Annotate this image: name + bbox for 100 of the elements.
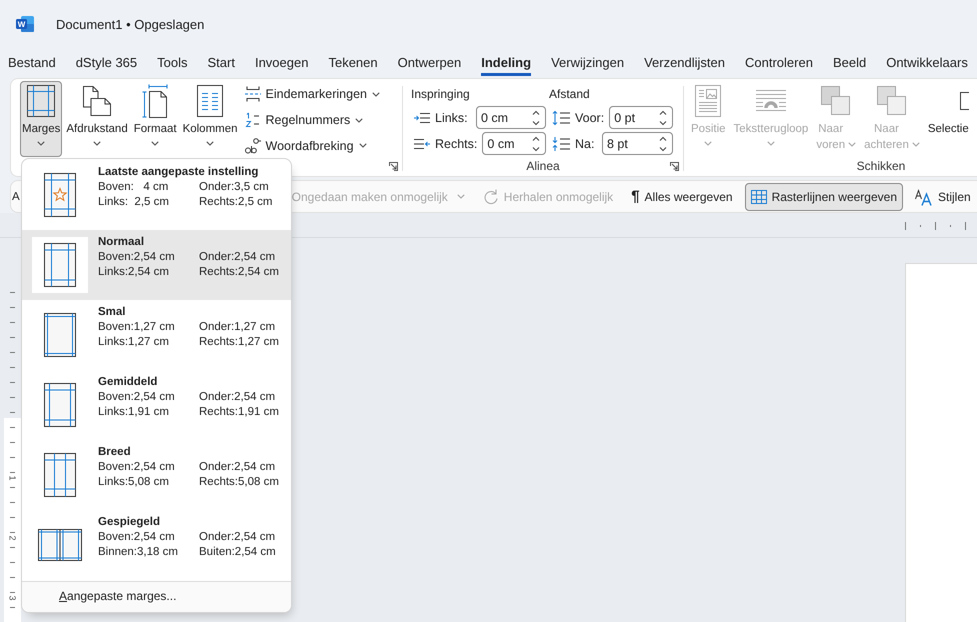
margin-value: Buiten:2,54 cm — [199, 545, 276, 560]
text-wrap-icon — [754, 89, 787, 113]
ribbon-tab[interactable]: Start — [208, 50, 235, 76]
breaks-button[interactable]: Eindemarkeringen — [242, 82, 383, 107]
toolbar-label: A — [12, 190, 20, 202]
chevron-down-icon — [704, 141, 712, 146]
page-margins-icon — [32, 237, 88, 293]
ribbon-tab[interactable]: Bestand — [8, 50, 56, 76]
ribbon-tab[interactable]: Verzendlijsten — [644, 50, 726, 76]
ribbon-tab[interactable]: dStyle 365 — [76, 50, 138, 76]
chevron-down-icon — [37, 141, 46, 146]
dialog-launcher-icon[interactable] — [670, 162, 679, 170]
chevron-down-icon — [151, 141, 160, 146]
spin-field[interactable]: 0 pt — [609, 106, 673, 129]
margin-option[interactable]: Gespiegeld Boven:2,54 cm Onder:2,54 cm Binnen:3,18 cm Buiten:2,54 cm — [22, 510, 291, 580]
spinner-arrows-icon[interactable] — [532, 136, 540, 152]
show-marks-button[interactable]: ¶ Alles weergeven — [625, 182, 739, 210]
line-spacing-icon — [552, 110, 570, 126]
spin-field[interactable]: 8 pt — [602, 132, 673, 155]
margin-option[interactable]: Normaal Boven:2,54 cm Onder:2,54 cm Links:2,54 cm Rechts:2,54 cm — [22, 230, 291, 300]
margin-value: Onder:1,27 cm — [199, 320, 276, 335]
option-title: Smal — [98, 305, 126, 320]
margin-value: Boven:2,54 cm — [98, 460, 175, 475]
line-numbers-button[interactable]: Regelnummers — [242, 108, 383, 132]
field-label: Links: — [435, 110, 469, 124]
margin-value: Boven:2,54 cm — [98, 530, 175, 545]
margin-value: Rechts:2,54 cm — [199, 265, 279, 280]
spinner-arrows-icon[interactable] — [659, 136, 667, 152]
margin-value: Boven:1,27 cm — [98, 320, 175, 335]
ribbon-tab[interactable]: Invoegen — [254, 50, 308, 76]
ruler-number: 3 — [6, 594, 18, 602]
spin-field[interactable]: 0 cm — [482, 132, 546, 155]
margin-value: Boven:2,54 cm — [98, 390, 175, 405]
ruler-number: 2 — [6, 534, 18, 542]
ruler-number: 1 — [6, 474, 18, 482]
margin-option[interactable]: Smal Boven:1,27 cm Onder:1,27 cm Links:1,27 cm Rechts:1,27 cm — [22, 300, 291, 370]
margin-value: Links:5,08 cm — [98, 475, 169, 490]
styles-button[interactable]: Stijlen — [909, 182, 977, 210]
margin-value: Onder:2,54 cm — [199, 460, 276, 475]
field-label: Rechts: — [435, 136, 478, 150]
margins-icon — [27, 85, 56, 117]
margin-value: Onder:3,5 cm — [199, 180, 269, 195]
option-title: Gespiegeld — [98, 515, 160, 530]
ribbon-tab[interactable]: Ontwerpen — [398, 50, 462, 76]
option-title: Breed — [98, 445, 131, 460]
chevron-down-icon — [456, 194, 465, 199]
margin-value: Boven:2,54 cm — [98, 250, 175, 265]
page-margins-icon — [44, 383, 76, 427]
margin-value: Onder:2,54 cm — [199, 530, 276, 545]
dialog-launcher-icon[interactable] — [389, 162, 398, 170]
ribbon-tab[interactable]: Beeld — [832, 50, 866, 76]
indent-right-icon — [414, 138, 430, 150]
gridlines-button[interactable]: Rasterlijnen weergeven — [744, 182, 903, 210]
margin-value: Binnen:3,18 cm — [98, 545, 178, 560]
page-margins-icon — [44, 313, 76, 357]
margin-value: Rechts:5,08 cm — [199, 475, 279, 490]
field-label: Voor: — [575, 110, 604, 124]
option-title: Laatste aangepaste instelling — [98, 165, 258, 180]
chevron-down-icon — [358, 143, 367, 148]
hyphenation-button[interactable]: Woordafbreking — [242, 133, 383, 158]
overlapping-squares-icon — [876, 86, 907, 116]
spinner-arrows-icon[interactable] — [659, 110, 667, 126]
chevron-down-icon — [355, 118, 364, 122]
spinner-arrows-icon[interactable] — [532, 110, 540, 126]
chevron-down-icon — [848, 142, 856, 147]
ribbon-tab[interactable]: Tekenen — [328, 50, 378, 76]
option-title: Normaal — [98, 235, 144, 250]
margin-value: Links:1,27 cm — [98, 335, 169, 350]
chevron-down-icon — [766, 141, 775, 146]
option-title: Gemiddeld — [98, 375, 158, 390]
margins-button[interactable]: Marges — [20, 81, 62, 157]
columns-icon — [197, 85, 224, 117]
overlapping-squares-icon — [821, 86, 852, 116]
two-page-margins-icon — [38, 529, 82, 561]
section-heading: Afstand — [549, 87, 590, 101]
page-margins-icon — [44, 453, 76, 497]
ribbon-tab[interactable]: Ontwikkelaars — [886, 50, 968, 76]
selection-pane-button[interactable]: Selectie — [926, 81, 971, 157]
chevron-down-icon — [912, 142, 920, 147]
group-label: Alinea — [526, 159, 560, 173]
ribbon-tab[interactable]: Tools — [157, 50, 188, 76]
section-heading: Inspringing — [411, 87, 470, 101]
margin-value: Links:1,91 cm — [98, 405, 169, 420]
styles-icon — [915, 188, 933, 206]
field-label: Na: — [575, 136, 596, 150]
page-size-icon — [142, 84, 168, 118]
line-spacing-icon — [552, 136, 570, 152]
size-button[interactable]: Formaat — [132, 81, 179, 157]
columns-button[interactable]: Kolommen — [180, 81, 240, 157]
ribbon-tab[interactable]: Verwijzingen — [551, 50, 624, 76]
custom-margins-item[interactable]: Aangepaste marges... — [22, 582, 291, 612]
grid-icon — [750, 190, 767, 204]
orientation-button[interactable]: Afdrukstand — [64, 81, 130, 157]
page-break-icon — [244, 86, 261, 102]
margin-option[interactable]: Breed Boven:2,54 cm Onder:2,54 cm Links:5,08 cm Rechts:5,08 cm — [22, 440, 291, 510]
spin-field[interactable]: 0 cm — [476, 106, 546, 129]
margin-value: Links: 2,5 cm — [98, 195, 169, 210]
ribbon-tab[interactable]: Controleren — [745, 50, 813, 76]
margin-option[interactable]: Gemiddeld Boven:2,54 cm Onder:2,54 cm Links:1,91 cm Rechts:1,91 cm — [22, 370, 291, 440]
pilcrow-icon: ¶ — [631, 189, 640, 204]
